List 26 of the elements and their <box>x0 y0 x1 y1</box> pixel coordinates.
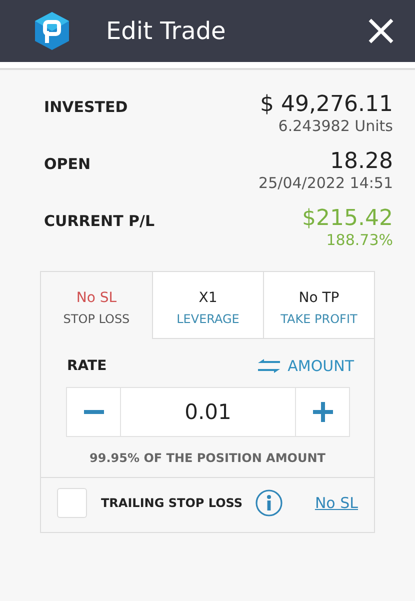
trailing-checkbox[interactable] <box>57 488 87 518</box>
summary-label: OPEN <box>44 155 91 175</box>
tab[interactable]: No TP TAKE PROFIT <box>263 272 374 339</box>
trailing-label: TRAILING STOP LOSS <box>101 496 243 510</box>
summary-label: CURRENT P/L <box>44 212 155 232</box>
minus-button[interactable] <box>66 387 121 437</box>
summary-value: $215.42 <box>302 206 393 231</box>
summary-value: $ 49,276.11 <box>260 92 393 117</box>
summary-value: 18.28 <box>330 149 393 174</box>
tab[interactable]: X1 LEVERAGE <box>152 272 263 339</box>
summary-detail: 188.73% <box>326 231 393 249</box>
swap-icon <box>258 359 280 373</box>
rate-input[interactable]: 0.01 <box>121 387 295 437</box>
info-icon[interactable] <box>254 489 283 517</box>
plus-button[interactable] <box>295 387 350 437</box>
summary-label: INVESTED <box>44 98 128 118</box>
close-button[interactable] <box>367 17 395 45</box>
window-title: Edit Trade <box>106 17 227 45</box>
no-sl-link[interactable]: No SL <box>314 494 358 512</box>
position-note: 99.95% OF THE POSITION AMOUNT <box>88 450 326 467</box>
minus-icon <box>84 410 104 414</box>
plus-icon <box>312 402 332 422</box>
summary-detail: 25/04/2022 14:51 <box>258 174 393 192</box>
rate-label: RATE <box>67 358 107 374</box>
summary-detail: 6.243982 Units <box>278 117 393 135</box>
logo-icon <box>34 11 70 51</box>
